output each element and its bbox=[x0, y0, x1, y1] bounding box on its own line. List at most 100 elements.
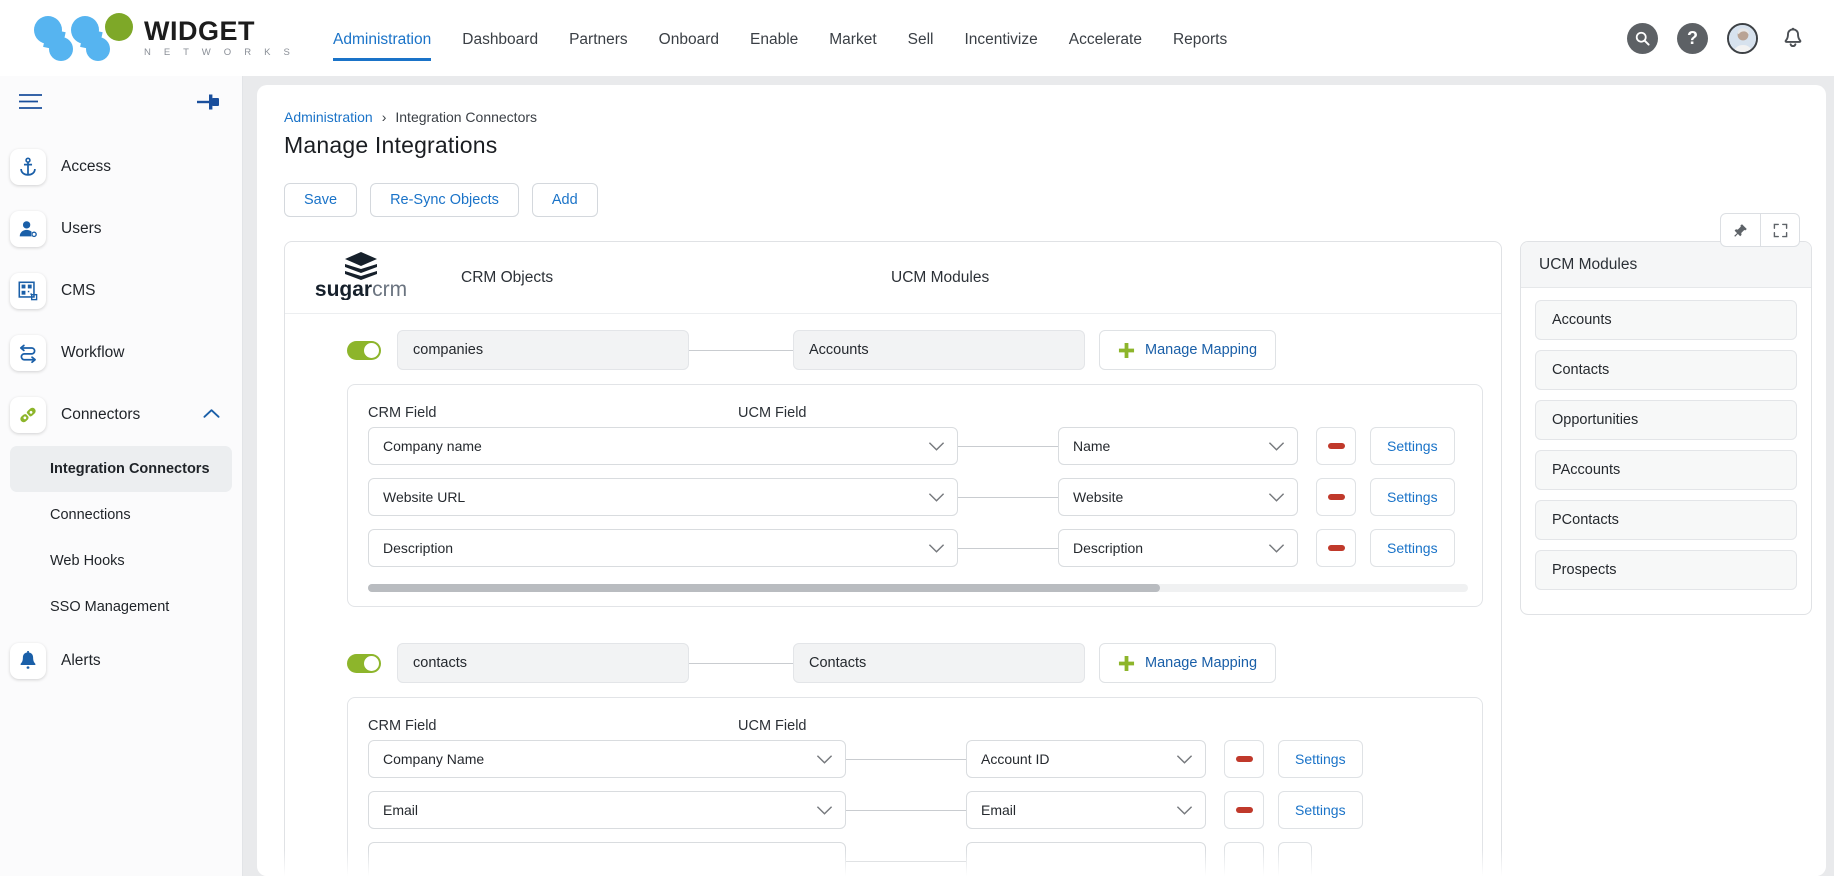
minus-icon bbox=[1235, 756, 1253, 762]
page-title: Manage Integrations bbox=[284, 132, 498, 158]
nav-item-incentivize[interactable]: Incentivize bbox=[965, 31, 1038, 61]
settings-button[interactable]: Settings bbox=[1370, 427, 1455, 465]
sidebar-item-alerts[interactable]: Alerts bbox=[0, 630, 242, 692]
chevron-down-icon bbox=[928, 441, 945, 451]
list-item[interactable]: Prospects bbox=[1535, 550, 1797, 590]
sidebar-item-integration-connectors[interactable]: Integration Connectors bbox=[10, 446, 232, 492]
manage-mapping-button[interactable]: Manage Mapping bbox=[1099, 643, 1277, 683]
field-connector-line bbox=[846, 860, 966, 862]
list-item[interactable]: PAccounts bbox=[1535, 450, 1797, 490]
nav-item-partners[interactable]: Partners bbox=[569, 31, 628, 61]
nav-item-market[interactable]: Market bbox=[829, 31, 876, 61]
mapping-connector-line bbox=[689, 662, 793, 664]
avatar[interactable] bbox=[1727, 22, 1758, 54]
chevron-up-icon[interactable] bbox=[203, 406, 220, 424]
add-button[interactable]: Add bbox=[531, 183, 598, 217]
pin-icon[interactable] bbox=[1721, 214, 1760, 246]
remove-mapping-button[interactable] bbox=[1224, 791, 1264, 829]
breadcrumb-separator: › bbox=[381, 109, 387, 125]
ucm-field-select[interactable]: Name bbox=[1058, 427, 1298, 465]
ucm-module-name[interactable]: Contacts bbox=[793, 643, 1085, 683]
bell-icon[interactable] bbox=[1777, 23, 1808, 54]
ucm-field-select[interactable]: Account ID bbox=[966, 740, 1206, 778]
crm-field-select[interactable]: Description bbox=[368, 529, 958, 567]
sidebar-connectors-submenu: Integration Connectors Connections Web H… bbox=[0, 446, 242, 630]
sidebar-item-sso-management[interactable]: SSO Management bbox=[10, 584, 232, 630]
remove-mapping-button[interactable] bbox=[1316, 478, 1356, 516]
ucm-field-select[interactable] bbox=[966, 842, 1206, 876]
nav-item-onboard[interactable]: Onboard bbox=[659, 31, 719, 61]
ucm-field-select[interactable]: Email bbox=[966, 791, 1206, 829]
sidebar-item-web-hooks[interactable]: Web Hooks bbox=[10, 538, 232, 584]
sidebar-item-connections[interactable]: Connections bbox=[10, 492, 232, 538]
sidebar-item-cms[interactable]: CMS bbox=[0, 260, 242, 322]
remove-mapping-button[interactable] bbox=[1224, 740, 1264, 778]
search-icon[interactable] bbox=[1627, 22, 1658, 54]
breadcrumb-link-administration[interactable]: Administration bbox=[284, 109, 373, 125]
sidebar-item-label: Workflow bbox=[61, 344, 125, 361]
sugarcrm-logo: sugarcrm bbox=[307, 250, 415, 305]
nav-item-sell[interactable]: Sell bbox=[908, 31, 934, 61]
crm-field-select[interactable]: Website URL bbox=[368, 478, 958, 516]
crm-field-select[interactable]: Company Name bbox=[368, 740, 846, 778]
widget-logo-icon bbox=[34, 13, 133, 61]
object-enable-toggle[interactable] bbox=[347, 653, 381, 673]
manage-mapping-label: Manage Mapping bbox=[1145, 342, 1258, 358]
crm-field-select[interactable]: Company name bbox=[368, 427, 958, 465]
sidebar-item-users[interactable]: Users bbox=[0, 198, 242, 260]
chevron-down-icon bbox=[1268, 543, 1285, 553]
table-row: Website URL Website Settings bbox=[368, 478, 1482, 529]
ucm-field-value: Website bbox=[1073, 489, 1124, 505]
crm-field-select[interactable] bbox=[368, 842, 846, 876]
expand-icon[interactable] bbox=[1760, 214, 1799, 246]
manage-mapping-button[interactable]: Manage Mapping bbox=[1099, 330, 1277, 370]
nav-item-administration[interactable]: Administration bbox=[333, 31, 432, 61]
remove-mapping-button[interactable] bbox=[1224, 842, 1264, 876]
crm-object-name[interactable]: contacts bbox=[397, 643, 689, 683]
brand-subtitle: N E T W O R K S bbox=[144, 47, 296, 59]
ucm-field-select[interactable]: Website bbox=[1058, 478, 1298, 516]
list-item[interactable]: PContacts bbox=[1535, 500, 1797, 540]
nav-item-accelerate[interactable]: Accelerate bbox=[1069, 31, 1142, 61]
hamburger-icon[interactable] bbox=[18, 93, 43, 115]
list-item[interactable]: Opportunities bbox=[1535, 400, 1797, 440]
object-enable-toggle[interactable] bbox=[347, 340, 381, 360]
resync-objects-button[interactable]: Re-Sync Objects bbox=[370, 183, 519, 217]
remove-mapping-button[interactable] bbox=[1316, 427, 1356, 465]
mapping-header-ucm-field: UCM Field bbox=[738, 718, 807, 734]
sidebar-item-connectors[interactable]: Connectors bbox=[0, 384, 242, 446]
settings-button[interactable]: Settings bbox=[1370, 478, 1455, 516]
settings-button[interactable]: Settings bbox=[1278, 740, 1363, 778]
crm-field-value: Email bbox=[383, 802, 419, 818]
ucm-field-select[interactable]: Description bbox=[1058, 529, 1298, 567]
scrollbar-thumb[interactable] bbox=[368, 584, 1160, 592]
nav-item-enable[interactable]: Enable bbox=[750, 31, 798, 61]
settings-button[interactable]: Settings bbox=[1278, 791, 1363, 829]
settings-button[interactable] bbox=[1278, 842, 1312, 876]
user-settings-icon bbox=[10, 211, 46, 247]
sidebar-item-access[interactable]: Access bbox=[0, 136, 242, 198]
crm-object-name[interactable]: companies bbox=[397, 330, 689, 370]
crm-field-select[interactable]: Email bbox=[368, 791, 846, 829]
chevron-down-icon bbox=[816, 754, 833, 764]
brand-logo[interactable]: WIDGET N E T W O R K S bbox=[22, 12, 295, 64]
minus-icon bbox=[1235, 807, 1253, 813]
help-icon[interactable]: ? bbox=[1677, 22, 1708, 54]
minus-icon bbox=[1327, 545, 1345, 551]
sidebar-item-workflow[interactable]: Workflow bbox=[0, 322, 242, 384]
header-actions: ? bbox=[1627, 0, 1808, 76]
action-buttons: Save Re-Sync Objects Add bbox=[257, 159, 1826, 217]
ucm-module-name[interactable]: Accounts bbox=[793, 330, 1085, 370]
mapping-connector-line bbox=[689, 349, 793, 351]
list-item[interactable]: Contacts bbox=[1535, 350, 1797, 390]
nav-item-reports[interactable]: Reports bbox=[1173, 31, 1227, 61]
save-button[interactable]: Save bbox=[284, 183, 358, 217]
settings-button[interactable]: Settings bbox=[1370, 529, 1455, 567]
object-row-contacts: contacts Contacts Manage Mapping bbox=[285, 627, 1501, 697]
remove-mapping-button[interactable] bbox=[1316, 529, 1356, 567]
list-item[interactable]: Accounts bbox=[1535, 300, 1797, 340]
horizontal-scrollbar[interactable] bbox=[368, 584, 1468, 592]
nav-item-dashboard[interactable]: Dashboard bbox=[462, 31, 538, 61]
mapping-headers: CRM Field UCM Field bbox=[348, 385, 1482, 427]
pin-icon[interactable] bbox=[196, 93, 220, 116]
